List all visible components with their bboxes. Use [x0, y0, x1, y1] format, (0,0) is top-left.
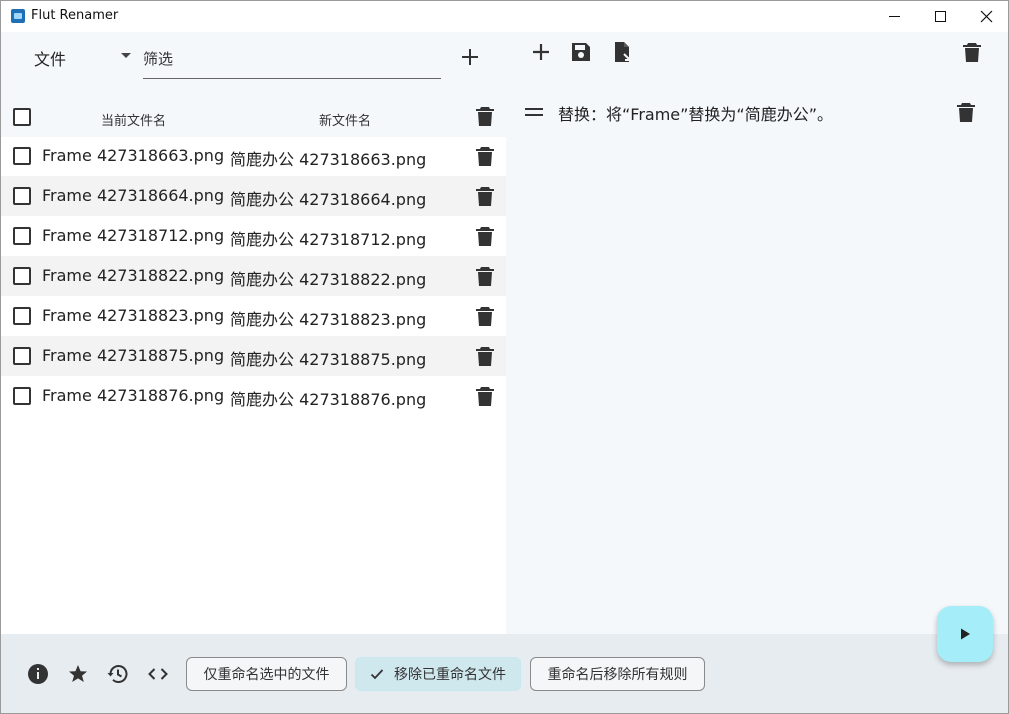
close-icon — [980, 10, 992, 23]
file-list-toolbar: 文件 当前文件名 新文件名 — [1, 32, 506, 137]
new-file-name: 简鹿办公 427318712.png — [230, 230, 427, 249]
delete-file-trash-icon[interactable] — [476, 226, 494, 246]
save-rules-save-icon[interactable] — [569, 40, 593, 64]
delete-rule-trash-icon[interactable] — [957, 102, 975, 122]
delete-file-trash-icon[interactable] — [476, 346, 494, 366]
remove-rules-after-rename-label: 重命名后移除所有规则 — [547, 667, 688, 683]
remove-renamed-files-toggle[interactable]: 移除已重命名文件 — [355, 657, 521, 691]
current-file-name: Frame 427318712.png — [42, 226, 225, 245]
file-type-dropdown-label[interactable]: 文件 — [34, 46, 66, 70]
rule-description: 替换：将“Frame”替换为“简鹿办公”。 — [558, 105, 834, 124]
current-file-name: Frame 427318823.png — [42, 306, 225, 325]
code-icon[interactable] — [146, 662, 170, 686]
file-list-panel: 文件 当前文件名 新文件名 Frame 427318663.png 简鹿办公 42… — [1, 32, 506, 634]
maximize-button[interactable] — [917, 1, 963, 32]
info-icon[interactable] — [26, 662, 50, 686]
file-checkbox[interactable] — [13, 147, 31, 165]
flut-renamer-icon — [11, 9, 25, 23]
file-row[interactable]: Frame 427318823.png 简鹿办公 427318823.png — [1, 296, 506, 336]
new-file-name: 简鹿办公 427318876.png — [230, 390, 427, 409]
file-checkbox[interactable] — [13, 227, 31, 245]
delete-file-trash-icon[interactable] — [476, 386, 494, 406]
file-checkbox[interactable] — [13, 187, 31, 205]
dropdown-arrow-icon[interactable] — [121, 53, 131, 58]
file-row[interactable]: Frame 427318822.png 简鹿办公 427318822.png — [1, 256, 506, 296]
file-row[interactable]: Frame 427318876.png 简鹿办公 427318876.png — [1, 376, 506, 416]
remove-rules-after-rename-toggle[interactable]: 重命名后移除所有规则 — [530, 657, 705, 691]
rename-selected-only-label: 仅重命名选中的文件 — [203, 667, 330, 683]
title-bar: Flut Renamer — [1, 1, 1008, 32]
file-checkbox[interactable] — [13, 307, 31, 325]
file-row[interactable]: Frame 427318664.png 简鹿办公 427318664.png — [1, 176, 506, 216]
drag-handle-icon[interactable] — [525, 108, 543, 118]
new-file-name: 简鹿办公 427318664.png — [230, 190, 427, 209]
minimize-icon — [888, 16, 900, 17]
current-file-name: Frame 427318876.png — [42, 386, 225, 405]
current-file-name: Frame 427318664.png — [42, 186, 225, 205]
new-name-column-header: 新文件名 — [319, 114, 372, 129]
delete-file-trash-icon[interactable] — [476, 266, 494, 286]
current-file-name: Frame 427318875.png — [42, 346, 225, 365]
minimize-button[interactable] — [871, 1, 917, 32]
app-window: Flut Renamer 文件 当前文件名 新文件名 Frame 4273186… — [0, 0, 1009, 714]
maximize-icon — [934, 11, 946, 22]
file-checkbox[interactable] — [13, 387, 31, 405]
delete-all-files-trash-icon[interactable] — [476, 106, 494, 126]
history-icon[interactable] — [106, 662, 130, 686]
load-rules-file-open-icon[interactable] — [610, 40, 634, 64]
filter-input[interactable] — [143, 43, 441, 79]
current-file-name: Frame 427318822.png — [42, 266, 225, 285]
delete-file-trash-icon[interactable] — [476, 306, 494, 326]
file-list-header: 当前文件名 新文件名 — [1, 96, 506, 136]
rules-panel: 替换：将“Frame”替换为“简鹿办公”。 — [506, 32, 1008, 634]
new-file-name: 简鹿办公 427318663.png — [230, 150, 427, 169]
remove-renamed-files-label: 移除已重命名文件 — [394, 667, 506, 683]
new-file-name: 简鹿办公 427318823.png — [230, 310, 427, 329]
check-icon — [370, 669, 384, 680]
window-title: Flut Renamer — [31, 8, 119, 23]
add-rule-plus-icon[interactable] — [529, 40, 553, 64]
file-checkbox[interactable] — [13, 347, 31, 365]
run-rename-button[interactable] — [937, 606, 993, 662]
new-file-name: 简鹿办公 427318822.png — [230, 270, 427, 289]
file-row[interactable]: Frame 427318712.png 简鹿办公 427318712.png — [1, 216, 506, 256]
new-file-name: 简鹿办公 427318875.png — [230, 350, 427, 369]
delete-file-trash-icon[interactable] — [476, 186, 494, 206]
file-checkbox[interactable] — [13, 267, 31, 285]
close-button[interactable] — [963, 1, 1008, 32]
rename-selected-only-toggle[interactable]: 仅重命名选中的文件 — [186, 657, 347, 691]
current-name-column-header: 当前文件名 — [101, 114, 167, 129]
play-icon — [961, 628, 970, 640]
current-file-name: Frame 427318663.png — [42, 146, 225, 165]
add-file-button[interactable] — [457, 44, 483, 70]
bottom-bar: 仅重命名选中的文件 移除已重命名文件 重命名后移除所有规则 — [1, 634, 1008, 713]
file-row[interactable]: Frame 427318663.png 简鹿办公 427318663.png — [1, 136, 506, 176]
star-icon[interactable] — [66, 662, 90, 686]
file-row[interactable]: Frame 427318875.png 简鹿办公 427318875.png — [1, 336, 506, 376]
select-all-checkbox[interactable] — [13, 108, 31, 126]
delete-file-trash-icon[interactable] — [476, 146, 494, 166]
clear-rules-trash-icon[interactable] — [963, 42, 981, 62]
